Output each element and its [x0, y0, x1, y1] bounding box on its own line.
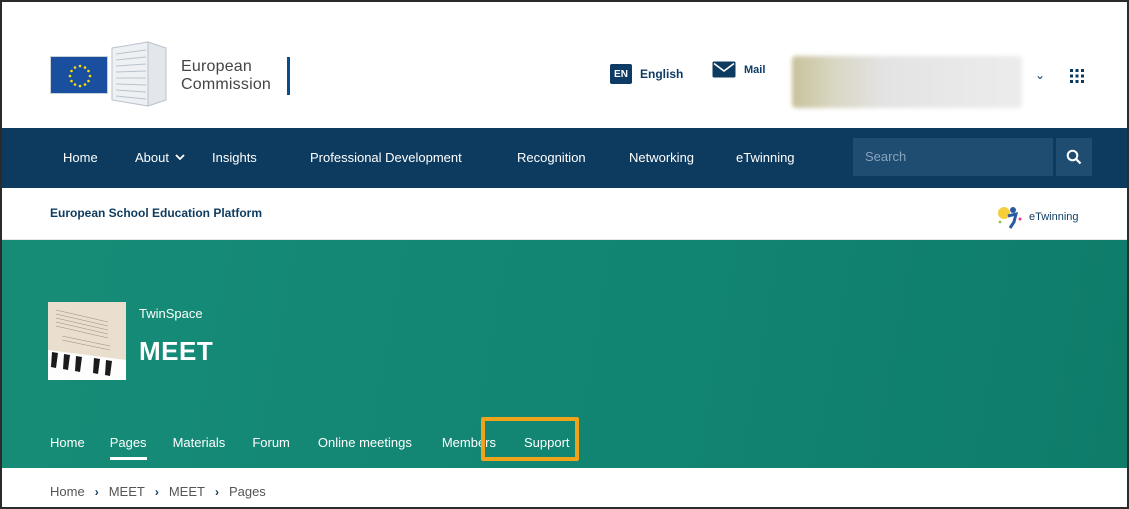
nav-etwinning-label: eTwinning: [736, 150, 795, 165]
language-selector[interactable]: EN English: [610, 64, 683, 84]
etwinning-label: eTwinning: [1029, 211, 1079, 223]
mail-icon: [712, 61, 736, 78]
breadcrumb-separator: ›: [154, 484, 159, 499]
search-input[interactable]: Search: [853, 138, 1053, 176]
user-account-blurred[interactable]: [792, 56, 1022, 108]
nav-about[interactable]: About: [135, 150, 185, 165]
nav-recognition-label: Recognition: [517, 150, 586, 165]
platform-title[interactable]: European School Education Platform: [50, 206, 262, 220]
eu-flag-icon: [50, 56, 108, 94]
chevron-down-icon[interactable]: ⌄: [1035, 68, 1045, 82]
subnav-online-meetings[interactable]: Online meetings: [318, 435, 412, 450]
chevron-down-icon: [175, 154, 185, 161]
breadcrumb-home[interactable]: Home: [50, 484, 85, 499]
breadcrumb-pages: Pages: [228, 484, 266, 499]
platform-bar: European School Education Platform eTwin…: [2, 188, 1127, 240]
main-navigation: Home About Insights Professional Develop…: [2, 128, 1127, 188]
breadcrumb-meet-2[interactable]: MEET: [169, 484, 205, 499]
search-icon: [1066, 149, 1082, 165]
logo-divider: [287, 57, 290, 95]
search-button[interactable]: [1056, 138, 1092, 176]
apps-grid-icon[interactable]: [1069, 68, 1085, 84]
mail-label: Mail: [744, 63, 766, 76]
breadcrumb-separator: ›: [214, 484, 219, 499]
search-placeholder: Search: [865, 149, 907, 164]
nav-etwinning[interactable]: eTwinning: [736, 150, 795, 165]
breadcrumb-separator: ›: [94, 484, 99, 499]
subnav-pages[interactable]: Pages: [109, 435, 147, 460]
ec-logo-line1: European: [181, 58, 252, 75]
project-thumbnail: [48, 302, 126, 380]
nav-home-label: Home: [63, 150, 98, 165]
breadcrumb: Home › MEET › MEET › Pages: [50, 484, 266, 499]
top-header: European Commission EN English Mail ⌄: [2, 2, 1127, 126]
subnav-forum[interactable]: Forum: [252, 435, 290, 450]
etwinning-logo[interactable]: eTwinning: [996, 204, 1079, 230]
subnav-home[interactable]: Home: [50, 435, 85, 450]
nav-networking-label: Networking: [629, 150, 695, 165]
language-code-badge: EN: [610, 64, 632, 84]
breadcrumb-meet[interactable]: MEET: [109, 484, 145, 499]
nav-insights[interactable]: Insights: [212, 150, 257, 165]
nav-professional-development[interactable]: Professional Development: [310, 150, 462, 165]
ec-logo-text: European Commission: [181, 58, 271, 94]
language-label: English: [640, 67, 684, 81]
subnav-materials[interactable]: Materials: [173, 435, 226, 450]
ec-logo-line2: Commission: [181, 76, 272, 93]
mail-link[interactable]: Mail: [712, 61, 765, 78]
nav-home[interactable]: Home: [63, 150, 98, 165]
ec-logo[interactable]: European Commission: [50, 40, 290, 108]
nav-insights-label: Insights: [212, 150, 257, 165]
nav-networking[interactable]: Networking: [629, 150, 694, 165]
nav-professional-development-label: Professional Development: [310, 150, 462, 165]
nav-about-label: About: [135, 150, 169, 165]
twinspace-label: TwinSpace: [139, 306, 203, 321]
commission-building-icon: [111, 41, 167, 107]
members-highlight-box: [481, 417, 579, 461]
etwinning-figure-icon: [998, 207, 1022, 229]
project-title: MEET: [139, 336, 214, 366]
page-frame: European Commission EN English Mail ⌄ Ho…: [0, 0, 1129, 509]
nav-recognition[interactable]: Recognition: [517, 150, 586, 165]
